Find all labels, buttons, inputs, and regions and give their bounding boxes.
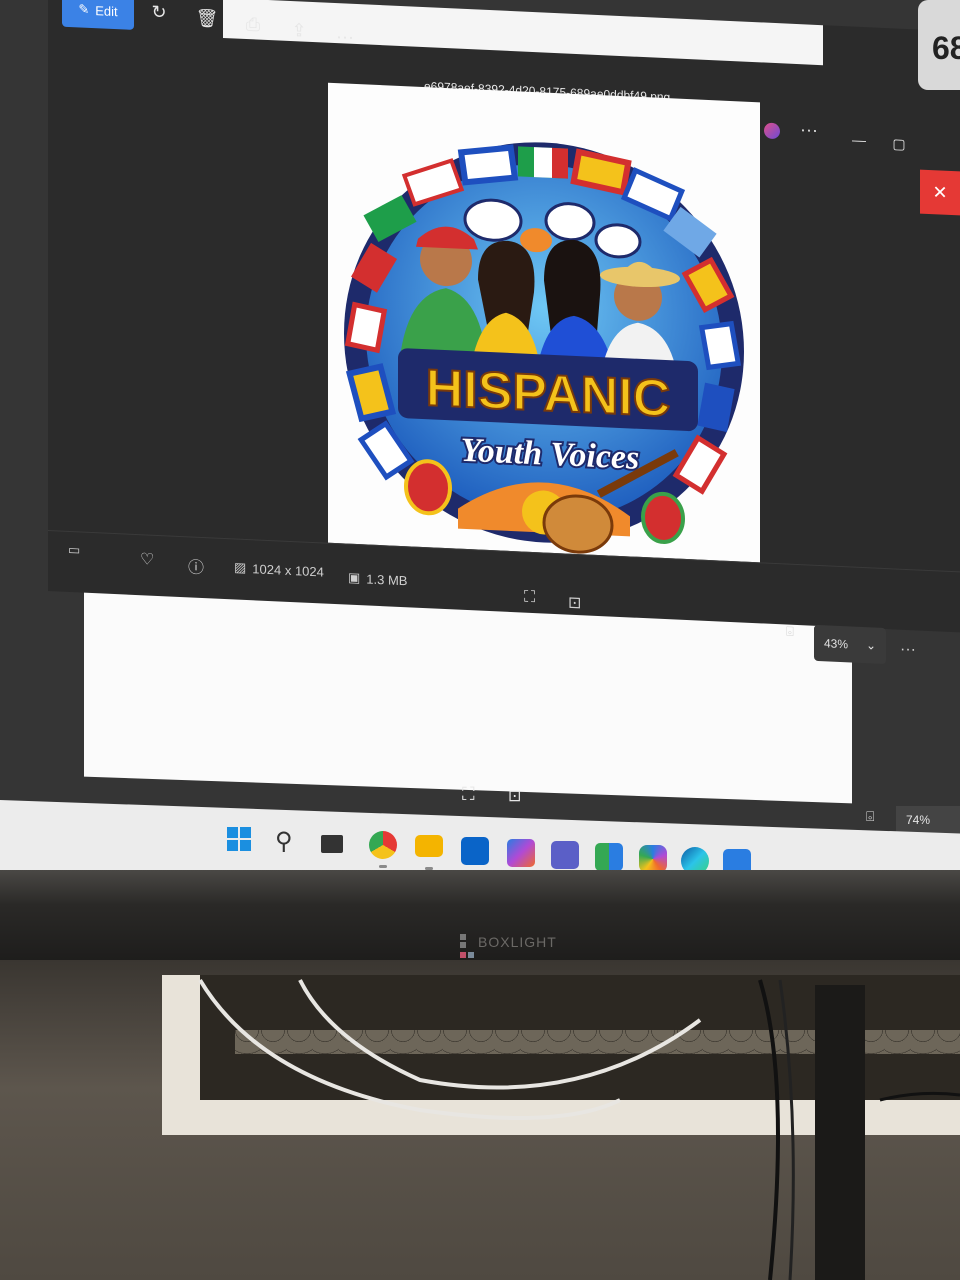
outlook-icon[interactable] — [461, 837, 489, 865]
file-size-icon: ▣ — [348, 569, 361, 586]
zoom-select[interactable]: 43% ⌄ — [814, 624, 886, 665]
search-icon[interactable]: ⚲ — [275, 827, 303, 855]
taskbar-icons: ⚲ — [225, 825, 785, 880]
edit-label: Edit — [95, 2, 118, 19]
monitor-screen: ⛶ ⊡ ⌻ 74% ⚲ ✎ Edit ↻ 🗑 ⎙ ⇪ ··· e6978aef-… — [0, 0, 960, 880]
maximize-icon[interactable]: ▢ — [886, 130, 912, 157]
windows-start-icon[interactable] — [225, 825, 253, 853]
snapshot-icon[interactable]: ⌻ — [866, 808, 874, 825]
chevron-down-icon: ⌄ — [865, 638, 876, 653]
actual-size-icon[interactable]: ⊡ — [568, 593, 581, 614]
info-icon[interactable]: ⓘ — [188, 553, 204, 578]
title-more-icon[interactable]: ··· — [796, 116, 822, 143]
task-view-icon[interactable] — [321, 835, 343, 853]
actual-size-icon[interactable]: ⊡ — [508, 786, 521, 806]
cables — [198, 978, 960, 1280]
teams-icon[interactable] — [551, 841, 579, 869]
bottom-more-icon[interactable]: ··· — [900, 641, 916, 660]
zoom-value: 43% — [824, 636, 849, 652]
print-icon[interactable]: ⎙ — [240, 11, 266, 38]
more-glyph: ··· — [336, 25, 354, 47]
more-options-icon[interactable]: ··· — [332, 23, 358, 50]
favorite-icon[interactable]: ♡ — [140, 549, 154, 570]
designer-icon[interactable] — [764, 122, 780, 140]
back-zoom-value: 74% — [906, 813, 931, 827]
badge-text: 68 — [932, 30, 960, 66]
photo-viewer-window: ✎ Edit ↻ 🗑 ⎙ ⇪ ··· e6978aef-8392-4d20-81… — [48, 0, 960, 665]
file-explorer-icon[interactable] — [415, 835, 443, 857]
m365-icon[interactable] — [507, 839, 535, 867]
art-title: HISPANIC — [426, 359, 671, 428]
delete-icon[interactable]: 🗑 — [194, 5, 220, 32]
edit-button[interactable]: ✎ Edit — [62, 0, 134, 30]
share-icon[interactable]: ⇪ — [286, 17, 312, 44]
brand-name: BOXLIGHT — [478, 934, 557, 950]
dimensions-info: ▨ 1024 x 1024 — [234, 559, 324, 579]
fit-view-icon[interactable]: ⛶ — [462, 784, 475, 805]
file-size: 1.3 MB — [366, 570, 408, 588]
snapshot-icon[interactable]: ⌻ — [786, 624, 794, 640]
chrome-icon[interactable] — [369, 831, 397, 859]
rotate-icon[interactable]: ↻ — [146, 0, 172, 26]
filmstrip-icon[interactable]: ▭ — [68, 542, 80, 559]
image-size-icon: ▨ — [234, 559, 247, 576]
app-icon[interactable] — [595, 843, 623, 871]
minimize-icon[interactable]: — — [846, 126, 872, 153]
edit-icon: ✎ — [78, 1, 90, 17]
close-icon: ✕ — [932, 181, 948, 203]
image-dimensions: 1024 x 1024 — [252, 560, 324, 580]
image-canvas: HISPANIC Youth Voices — [328, 82, 760, 583]
corner-badge: 68 — [918, 0, 960, 90]
back-zoom-select[interactable]: 74% — [896, 806, 960, 834]
copilot-icon[interactable] — [639, 845, 667, 873]
fit-to-window-icon[interactable]: ⛶ — [524, 589, 535, 608]
file-size-info: ▣ 1.3 MB — [348, 570, 407, 589]
hispanic-youth-voices-artwork: HISPANIC Youth Voices — [344, 142, 744, 554]
close-button[interactable]: ✕ — [920, 169, 960, 216]
